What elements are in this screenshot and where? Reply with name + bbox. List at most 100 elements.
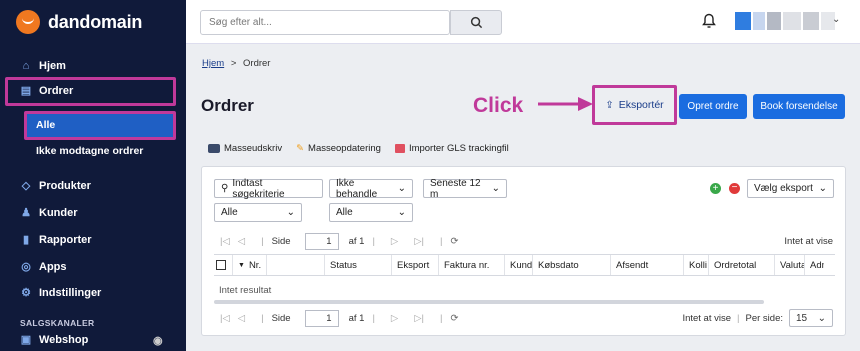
mass-print-button[interactable]: Masseudskriv: [208, 143, 282, 154]
remove-icon[interactable]: −: [729, 183, 740, 194]
page-title: Ordrer: [201, 96, 254, 115]
sidebar-item-apps[interactable]: ◎ Apps: [0, 256, 186, 278]
select-value: Seneste 12 m: [430, 177, 481, 200]
apps-icon: ◎: [21, 261, 31, 273]
search-input[interactable]: Søg efter alt...: [200, 10, 450, 35]
section-sales-channels: SALGSKANALER: [20, 318, 95, 328]
tool-label: Masseopdatering: [308, 143, 381, 154]
sidebar-item-customers[interactable]: ♟ Kunder: [0, 202, 186, 224]
period-select[interactable]: Seneste 12 m ⌄: [423, 177, 507, 200]
prev-page-icon[interactable]: ◁: [238, 236, 245, 247]
import-icon: [394, 144, 405, 153]
select-all-checkbox[interactable]: [214, 255, 232, 275]
search-icon: ⚲: [221, 183, 229, 194]
horizontal-scrollbar[interactable]: [214, 300, 764, 304]
export-button[interactable]: ⇪ Eksportér: [592, 85, 677, 125]
sidebar-item-settings[interactable]: ⚙ Indstillinger: [0, 282, 186, 304]
column-header-nr[interactable]: ▼ Nr.: [232, 255, 266, 275]
logo-icon: [16, 10, 40, 34]
mass-update-button[interactable]: ✎ Masseopdatering: [296, 143, 381, 154]
tool-label: Masseudskriv: [224, 143, 283, 154]
status-filter-select[interactable]: Ikke behandle ⌄: [329, 177, 413, 200]
page-label: Side: [271, 235, 291, 247]
users-icon: ♟: [21, 207, 31, 219]
sidebar-item-home[interactable]: ⌂ Hjem: [0, 55, 186, 77]
export-select[interactable]: Vælg eksport ⌄: [747, 179, 834, 198]
chart-icon: ▮: [22, 234, 30, 246]
brand-name: dandomain: [48, 11, 143, 32]
printer-icon: [208, 144, 220, 153]
column-header-packages[interactable]: Kolli: [683, 255, 708, 275]
column-header-customer[interactable]: Kunde: [504, 255, 532, 275]
upload-icon: ⇪: [605, 99, 614, 111]
first-page-icon[interactable]: |◁: [220, 236, 230, 247]
last-page-icon[interactable]: ▷|: [414, 236, 424, 247]
bulk-tools: Masseudskriv ✎ Masseopdatering Importer …: [208, 143, 509, 154]
sidebar-item-label: Apps: [39, 261, 67, 273]
tag-icon: ◇: [21, 180, 31, 192]
column-header-adm[interactable]: Adm: [804, 255, 824, 275]
last-page-icon[interactable]: ▷|: [414, 313, 424, 324]
column-header-currency[interactable]: Valuta: [774, 255, 804, 275]
orders-panel: ⚲ Indtast søgekriterie Ikke behandle ⌄ S…: [201, 166, 846, 336]
chevron-down-icon: ⌄: [491, 183, 500, 194]
chevron-down-icon: ⌄: [818, 183, 827, 194]
refresh-icon[interactable]: ⟳: [450, 313, 458, 324]
column-header-blank: [266, 255, 324, 275]
column-header-status[interactable]: Status: [324, 255, 391, 275]
filter-select-1[interactable]: Alle ⌄: [214, 203, 302, 222]
create-order-button[interactable]: Opret ordre: [679, 94, 747, 119]
sidebar-item-label: Rapporter: [39, 234, 92, 246]
add-icon[interactable]: +: [710, 183, 721, 194]
filter-select-2[interactable]: Alle ⌄: [329, 203, 413, 222]
chevron-down-icon: ⌄: [817, 312, 826, 324]
sidebar-item-reports[interactable]: ▮ Rapporter: [0, 229, 186, 251]
next-page-icon[interactable]: ▷: [391, 236, 398, 247]
page-count: af 1: [348, 312, 365, 324]
book-shipment-button[interactable]: Book forsendelse: [753, 94, 845, 119]
notification-bell-icon[interactable]: [702, 13, 716, 32]
next-page-icon[interactable]: ▷: [391, 313, 398, 324]
refresh-icon[interactable]: ⟳: [450, 236, 458, 247]
orders-icon: ▤: [20, 85, 32, 97]
search-icon: [470, 16, 482, 29]
export-label: Eksportér: [618, 99, 664, 111]
breadcrumb-current: Ordrer: [243, 58, 271, 69]
sort-desc-icon: ▼: [238, 261, 245, 269]
column-header-purchase-date[interactable]: Købsdato: [532, 255, 610, 275]
breadcrumb: Hjem > Ordrer: [202, 58, 270, 69]
arrow-right-icon: [538, 97, 593, 111]
column-header-order-total[interactable]: Ordretotal: [708, 255, 774, 275]
pager-info: Intet at vise: [784, 235, 833, 247]
account-avatar[interactable]: [735, 12, 835, 30]
chevron-down-icon[interactable]: ⌄: [832, 14, 840, 25]
sidebar-item-label: Kunder: [39, 207, 78, 219]
table-header: ▼Nr. Status Eksport Faktura nr. Kunde Kø…: [214, 254, 835, 276]
column-header-invoice[interactable]: Faktura nr.: [438, 255, 504, 275]
eye-icon[interactable]: ◉: [153, 334, 163, 347]
first-page-icon[interactable]: |◁: [220, 313, 230, 324]
tool-label: Importer GLS trackingfil: [408, 143, 509, 154]
sidebar-item-webshop[interactable]: ▣ Webshop ◉: [0, 329, 186, 351]
brand-logo[interactable]: dandomain: [16, 10, 142, 34]
sidebar-item-products[interactable]: ◇ Produkter: [0, 175, 186, 197]
empty-result: Intet resultat: [219, 285, 272, 296]
import-gls-button[interactable]: Importer GLS trackingfil: [394, 143, 509, 154]
search-button[interactable]: [450, 10, 502, 35]
subitem-label: Ikke modtagne ordrer: [36, 145, 144, 157]
page-input[interactable]: 1: [304, 309, 339, 327]
column-header-export[interactable]: Eksport: [391, 255, 438, 275]
page-input[interactable]: 1: [304, 232, 339, 250]
order-search-input[interactable]: ⚲ Indtast søgekriterie: [214, 178, 323, 200]
column-header-shipped[interactable]: Afsendt: [610, 255, 683, 275]
select-value: Ikke behandle: [336, 177, 378, 200]
per-page-label: Per side:: [745, 312, 784, 324]
prev-page-icon[interactable]: ◁: [238, 313, 245, 324]
per-page-select[interactable]: 15 ⌄: [789, 309, 833, 327]
subitem-not-received[interactable]: Ikke modtagne ordrer: [36, 140, 143, 162]
sidebar-item-orders[interactable]: ▤ Ordrer: [0, 80, 186, 102]
breadcrumb-separator: >: [230, 58, 237, 69]
breadcrumb-home-link[interactable]: Hjem: [202, 58, 224, 69]
sidebar-item-label: Ordrer: [39, 85, 74, 97]
subitem-all[interactable]: Alle: [36, 114, 55, 136]
